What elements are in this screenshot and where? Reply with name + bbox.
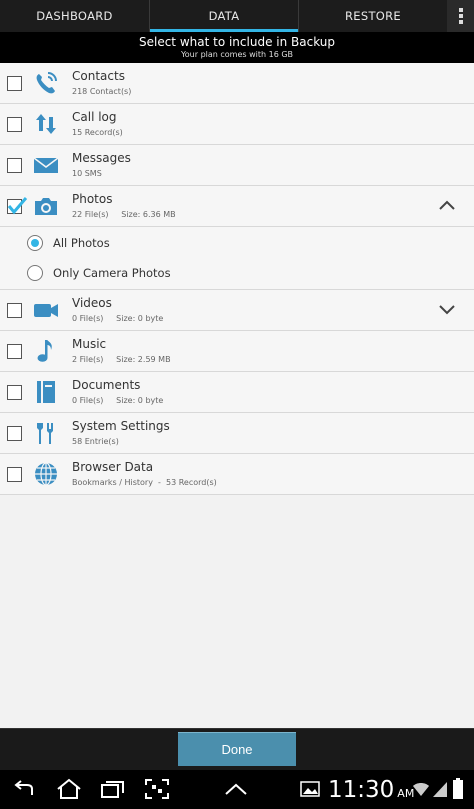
item-subtitle: 22 File(s) Size: 6.36 MB	[72, 210, 176, 219]
phone-icon	[36, 72, 57, 94]
item-subtitle: 218 Contact(s)	[72, 87, 132, 96]
signal-icon	[433, 782, 447, 797]
item-subtitle: 0 File(s) Size: 0 byte	[72, 396, 164, 405]
tab-data[interactable]: DATA	[149, 0, 299, 32]
chevron-up-icon[interactable]	[438, 198, 456, 212]
wifi-icon	[413, 783, 429, 796]
done-button[interactable]: Done	[178, 732, 296, 766]
checkbox-videos[interactable]	[7, 303, 22, 318]
checkbox-contacts[interactable]	[7, 76, 22, 91]
item-subtitle: 10 SMS	[72, 169, 102, 178]
radio-label-only-camera-photos[interactable]: Only Camera Photos	[53, 266, 171, 280]
list-item-videos[interactable]: Videos 0 File(s) Size: 0 byte	[0, 290, 474, 331]
envelope-icon	[33, 157, 59, 173]
tab-restore[interactable]: RESTORE	[299, 0, 447, 32]
back-icon[interactable]	[12, 780, 36, 800]
call-log-icon	[36, 114, 56, 134]
item-title: Documents	[72, 378, 141, 392]
list-item-contacts[interactable]: Contacts 218 Contact(s)	[0, 63, 474, 104]
item-title: Browser Data	[72, 460, 154, 474]
recent-apps-icon[interactable]	[100, 779, 126, 799]
item-subtitle: 15 Record(s)	[72, 128, 123, 137]
item-title: Videos	[72, 296, 112, 310]
home-icon[interactable]	[56, 778, 82, 800]
banner-title: Select what to include in Backup	[138, 35, 336, 49]
tab-bar: DASHBOARD DATA RESTORE	[0, 0, 474, 32]
radio-label-all-photos[interactable]: All Photos	[53, 236, 110, 250]
chevron-up-icon[interactable]	[224, 782, 248, 796]
status-clock: 11:30 AM	[328, 777, 414, 803]
screenshot-icon[interactable]	[144, 778, 170, 800]
music-note-icon	[37, 340, 52, 362]
list-item-documents[interactable]: Documents 0 File(s) Size: 0 byte	[0, 372, 474, 413]
checkbox-photos[interactable]	[7, 197, 28, 215]
radio-all-photos[interactable]	[27, 235, 43, 251]
backup-banner: Select what to include in Backup Your pl…	[0, 32, 474, 63]
list-item-call-log[interactable]: Call log 15 Record(s)	[0, 104, 474, 145]
checkbox-documents[interactable]	[7, 385, 22, 400]
item-title: Photos	[72, 192, 113, 206]
checkbox-call-log[interactable]	[7, 117, 22, 132]
list-item-system-settings[interactable]: System Settings 58 Entrie(s)	[0, 413, 474, 454]
status-ampm: AM	[397, 787, 415, 800]
item-title: Contacts	[72, 69, 125, 83]
item-subtitle: Bookmarks / History - 53 Record(s)	[72, 478, 217, 487]
status-time: 11:30	[328, 777, 395, 803]
photo-options: All Photos Only Camera Photos	[0, 227, 474, 290]
radio-only-camera-photos[interactable]	[27, 265, 43, 281]
item-subtitle: 0 File(s) Size: 0 byte	[72, 314, 164, 323]
checkbox-music[interactable]	[7, 344, 22, 359]
overflow-menu-button[interactable]	[447, 0, 474, 32]
battery-icon	[453, 778, 463, 799]
list-item-music[interactable]: Music 2 File(s) Size: 2.59 MB	[0, 331, 474, 372]
item-title: Call log	[72, 110, 117, 124]
checkbox-system-settings[interactable]	[7, 426, 22, 441]
item-title: Messages	[72, 151, 131, 165]
chevron-down-icon[interactable]	[438, 302, 456, 316]
gallery-icon	[300, 781, 320, 797]
checkbox-messages[interactable]	[7, 158, 22, 173]
tab-dashboard[interactable]: DASHBOARD	[0, 0, 149, 32]
footer-bar: Done	[0, 728, 474, 771]
camera-icon	[35, 198, 57, 215]
checkmark-icon	[7, 197, 28, 215]
document-icon	[37, 381, 55, 403]
item-subtitle: 2 File(s) Size: 2.59 MB	[72, 355, 171, 364]
overflow-menu-icon	[458, 8, 463, 24]
list-item-browser-data[interactable]: Browser Data Bookmarks / History - 53 Re…	[0, 454, 474, 495]
list-item-photos[interactable]: Photos 22 File(s) Size: 6.36 MB	[0, 186, 474, 227]
checkbox-browser-data[interactable]	[7, 467, 22, 482]
item-title: System Settings	[72, 419, 170, 433]
tools-icon	[37, 423, 53, 444]
data-list: Contacts 218 Contact(s) Call log 15 Reco…	[0, 63, 474, 495]
globe-icon	[35, 462, 57, 486]
list-item-messages[interactable]: Messages 10 SMS	[0, 145, 474, 186]
item-subtitle: 58 Entrie(s)	[72, 437, 119, 446]
banner-subtitle: Your plan comes with 16 GB	[180, 50, 294, 59]
item-title: Music	[72, 337, 107, 351]
video-camera-icon	[34, 304, 58, 317]
